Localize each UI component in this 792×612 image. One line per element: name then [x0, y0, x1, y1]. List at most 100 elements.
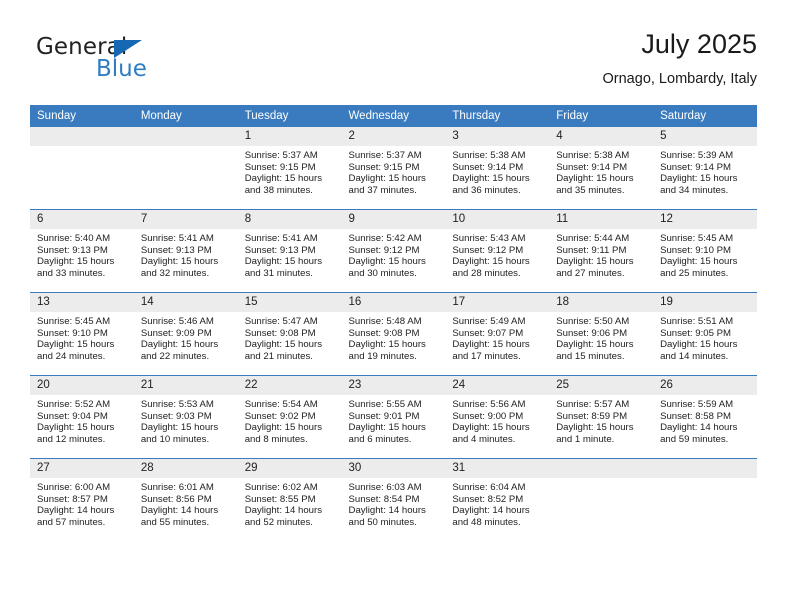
calendar-day-cell[interactable]: 9 Sunrise: 5:42 AM Sunset: 9:12 PM Daylight…: [341, 209, 446, 293]
day-details: Sunrise: 5:52 AM Sunset: 9:04 PM Daylight:…: [30, 395, 134, 445]
calendar-day-cell[interactable]: 17 Sunrise: 5:49 AM Sunset: 9:07 PM Dayligh…: [445, 292, 550, 376]
sunrise-time: Sunrise: 5:45 AM: [660, 233, 734, 244]
title-block: July 2025 Ornago, Lombardy, Italy: [603, 28, 757, 89]
daylight-duration-line2: and 19 minutes.: [348, 350, 417, 362]
daylight-duration-line2: and 12 minutes.: [37, 433, 106, 445]
day-number: 3: [445, 127, 550, 146]
sunrise-time: Sunrise: 5:41 AM: [140, 233, 214, 244]
calendar-day-cell[interactable]: 4 Sunrise: 5:38 AM Sunset: 9:14 PM Daylight…: [549, 127, 654, 210]
day-number: 9: [341, 210, 446, 229]
generalblue-logo[interactable]: General Blue: [36, 34, 226, 90]
sunrise-time: Sunrise: 6:04 AM: [452, 482, 526, 493]
day-number: 1: [237, 127, 342, 146]
calendar-day-cell[interactable]: 27 Sunrise: 6:00 AM Sunset: 8:57 PM Dayligh…: [30, 458, 134, 541]
day-number: 25: [549, 376, 654, 395]
weekday-header-tuesday: Tuesday: [237, 105, 342, 127]
day-number: 7: [133, 210, 238, 229]
calendar-day-cell[interactable]: 18 Sunrise: 5:50 AM Sunset: 9:06 PM Dayligh…: [549, 292, 654, 376]
calendar-day-cell[interactable]: 3 Sunrise: 5:38 AM Sunset: 9:14 PM Daylight…: [445, 127, 550, 210]
day-number: [30, 127, 134, 146]
daylight-duration-line2: and 31 minutes.: [244, 267, 313, 279]
daylight-duration-line1: Daylight: 15 hours: [244, 422, 323, 434]
sunrise-time: Sunrise: 5:40 AM: [37, 233, 111, 244]
day-number: 8: [237, 210, 342, 229]
calendar-day-cell[interactable]: 31 Sunrise: 6:04 AM Sunset: 8:52 PM Dayligh…: [445, 458, 550, 541]
daylight-duration-line1: Daylight: 15 hours: [556, 422, 634, 434]
calendar-day-cell[interactable]: 7 Sunrise: 5:41 AM Sunset: 9:13 PM Daylight…: [133, 209, 238, 293]
day-details: Sunrise: 5:49 AM Sunset: 9:07 PM Daylight:…: [445, 312, 549, 362]
calendar-day-cell[interactable]: 28 Sunrise: 6:01 AM Sunset: 8:56 PM Dayligh…: [133, 458, 238, 541]
calendar-day-cell[interactable]: 23 Sunrise: 5:55 AM Sunset: 9:01 PM Dayligh…: [341, 375, 446, 459]
calendar-day-cell[interactable]: 6 Sunrise: 5:40 AM Sunset: 9:13 PM Daylight…: [30, 209, 134, 293]
sunrise-time: Sunrise: 5:46 AM: [140, 316, 214, 327]
daylight-duration-line1: Daylight: 15 hours: [37, 256, 115, 268]
calendar-day-cell[interactable]: 12 Sunrise: 5:45 AM Sunset: 9:10 PM Dayligh…: [653, 209, 757, 293]
sunrise-time: Sunrise: 5:54 AM: [244, 399, 318, 410]
calendar-day-cell[interactable]: 8 Sunrise: 5:41 AM Sunset: 9:13 PM Daylight…: [237, 209, 342, 293]
daylight-duration-line1: Daylight: 15 hours: [140, 422, 219, 434]
calendar-day-cell[interactable]: 16 Sunrise: 5:48 AM Sunset: 9:08 PM Dayligh…: [341, 292, 446, 376]
daylight-duration-line2: and 22 minutes.: [140, 350, 210, 362]
calendar-week-row: 13 Sunrise: 5:45 AM Sunset: 9:10 PM Dayligh…: [30, 292, 757, 376]
day-details: Sunrise: 5:56 AM Sunset: 9:00 PM Daylight:…: [445, 395, 549, 445]
calendar-day-cell[interactable]: 22 Sunrise: 5:54 AM Sunset: 9:02 PM Dayligh…: [237, 375, 342, 459]
daylight-duration-line1: Daylight: 15 hours: [452, 422, 530, 434]
sunset-time: Sunset: 8:57 PM: [37, 493, 108, 505]
daylight-duration-line1: Daylight: 15 hours: [452, 339, 530, 351]
daylight-duration-line1: Daylight: 15 hours: [660, 173, 738, 185]
weekday-header-friday: Friday: [549, 105, 654, 127]
calendar-day-cell[interactable]: 24 Sunrise: 5:56 AM Sunset: 9:00 PM Dayligh…: [445, 375, 550, 459]
daylight-duration-line1: Daylight: 15 hours: [140, 256, 219, 268]
calendar-day-cell[interactable]: 21 Sunrise: 5:53 AM Sunset: 9:03 PM Dayligh…: [133, 375, 238, 459]
day-number: 30: [341, 459, 446, 478]
calendar-day-cell[interactable]: 14 Sunrise: 5:46 AM Sunset: 9:09 PM Dayligh…: [133, 292, 238, 376]
calendar-day-cell[interactable]: 25 Sunrise: 5:57 AM Sunset: 8:59 PM Dayligh…: [549, 375, 654, 459]
sunset-time: Sunset: 9:13 PM: [140, 244, 212, 256]
calendar-day-cell[interactable]: 15 Sunrise: 5:47 AM Sunset: 9:08 PM Dayligh…: [237, 292, 342, 376]
daylight-duration-line2: and 6 minutes.: [348, 433, 412, 445]
day-number: 23: [341, 376, 446, 395]
sunrise-time: Sunrise: 6:00 AM: [37, 482, 111, 493]
daylight-duration-line1: Daylight: 14 hours: [37, 505, 115, 517]
calendar-day-cell[interactable]: 11 Sunrise: 5:44 AM Sunset: 9:11 PM Dayligh…: [549, 209, 654, 293]
day-number: 11: [549, 210, 654, 229]
day-number: 29: [237, 459, 342, 478]
calendar-day-cell[interactable]: 1 Sunrise: 5:37 AM Sunset: 9:15 PM Daylight…: [237, 127, 342, 210]
day-number: 26: [653, 376, 757, 395]
calendar-day-cell[interactable]: 26 Sunrise: 5:59 AM Sunset: 8:58 PM Dayligh…: [653, 375, 757, 459]
sunrise-time: Sunrise: 5:59 AM: [660, 399, 734, 410]
sunrise-time: Sunrise: 5:51 AM: [660, 316, 734, 327]
day-number: 13: [30, 293, 134, 312]
calendar-day-cell[interactable]: 19 Sunrise: 5:51 AM Sunset: 9:05 PM Dayligh…: [653, 292, 757, 376]
sunset-time: Sunset: 9:12 PM: [452, 244, 524, 256]
calendar-cell-empty: [549, 458, 654, 541]
daylight-duration-line2: and 14 minutes.: [660, 350, 729, 362]
daylight-duration-line1: Daylight: 14 hours: [452, 505, 530, 517]
calendar-day-cell[interactable]: 20 Sunrise: 5:52 AM Sunset: 9:04 PM Dayligh…: [30, 375, 134, 459]
calendar-day-cell[interactable]: 5 Sunrise: 5:39 AM Sunset: 9:14 PM Daylight…: [653, 127, 757, 210]
weekday-header-thursday: Thursday: [445, 105, 550, 127]
daylight-duration-line2: and 28 minutes.: [452, 267, 521, 279]
sunset-time: Sunset: 9:02 PM: [244, 410, 316, 422]
calendar-day-cell[interactable]: 2 Sunrise: 5:37 AM Sunset: 9:15 PM Daylight…: [341, 127, 446, 210]
calendar-day-cell[interactable]: 13 Sunrise: 5:45 AM Sunset: 9:10 PM Dayligh…: [30, 292, 134, 376]
day-details: Sunrise: 5:41 AM Sunset: 9:13 PM Daylight:…: [238, 229, 342, 279]
daylight-duration-line1: Daylight: 14 hours: [660, 422, 738, 434]
calendar-week-row: 1 Sunrise: 5:37 AM Sunset: 9:15 PM Daylight…: [30, 127, 757, 210]
sunset-time: Sunset: 9:10 PM: [37, 327, 108, 339]
calendar-day-cell[interactable]: 10 Sunrise: 5:43 AM Sunset: 9:12 PM Dayligh…: [445, 209, 550, 293]
day-details: Sunrise: 5:37 AM Sunset: 9:15 PM Daylight:…: [342, 146, 446, 196]
page-title: July 2025: [641, 29, 757, 59]
daylight-duration-line2: and 59 minutes.: [660, 433, 729, 445]
day-details: Sunrise: 5:53 AM Sunset: 9:03 PM Daylight:…: [134, 395, 238, 445]
logo-text-blue: Blue: [96, 56, 147, 82]
day-details: Sunrise: 5:46 AM Sunset: 9:09 PM Daylight:…: [134, 312, 238, 362]
calendar-header-row: Sunday Monday Tuesday Wednesday Thursday…: [30, 105, 757, 127]
sunset-time: Sunset: 8:52 PM: [452, 493, 524, 505]
calendar-day-cell[interactable]: 29 Sunrise: 6:02 AM Sunset: 8:55 PM Dayligh…: [237, 458, 342, 541]
daylight-duration-line2: and 33 minutes.: [37, 267, 106, 279]
calendar-day-cell[interactable]: 30 Sunrise: 6:03 AM Sunset: 8:54 PM Dayligh…: [341, 458, 446, 541]
day-number: 10: [445, 210, 550, 229]
daylight-duration-line2: and 30 minutes.: [348, 267, 417, 279]
calendar-week-row: 20 Sunrise: 5:52 AM Sunset: 9:04 PM Dayligh…: [30, 375, 757, 459]
